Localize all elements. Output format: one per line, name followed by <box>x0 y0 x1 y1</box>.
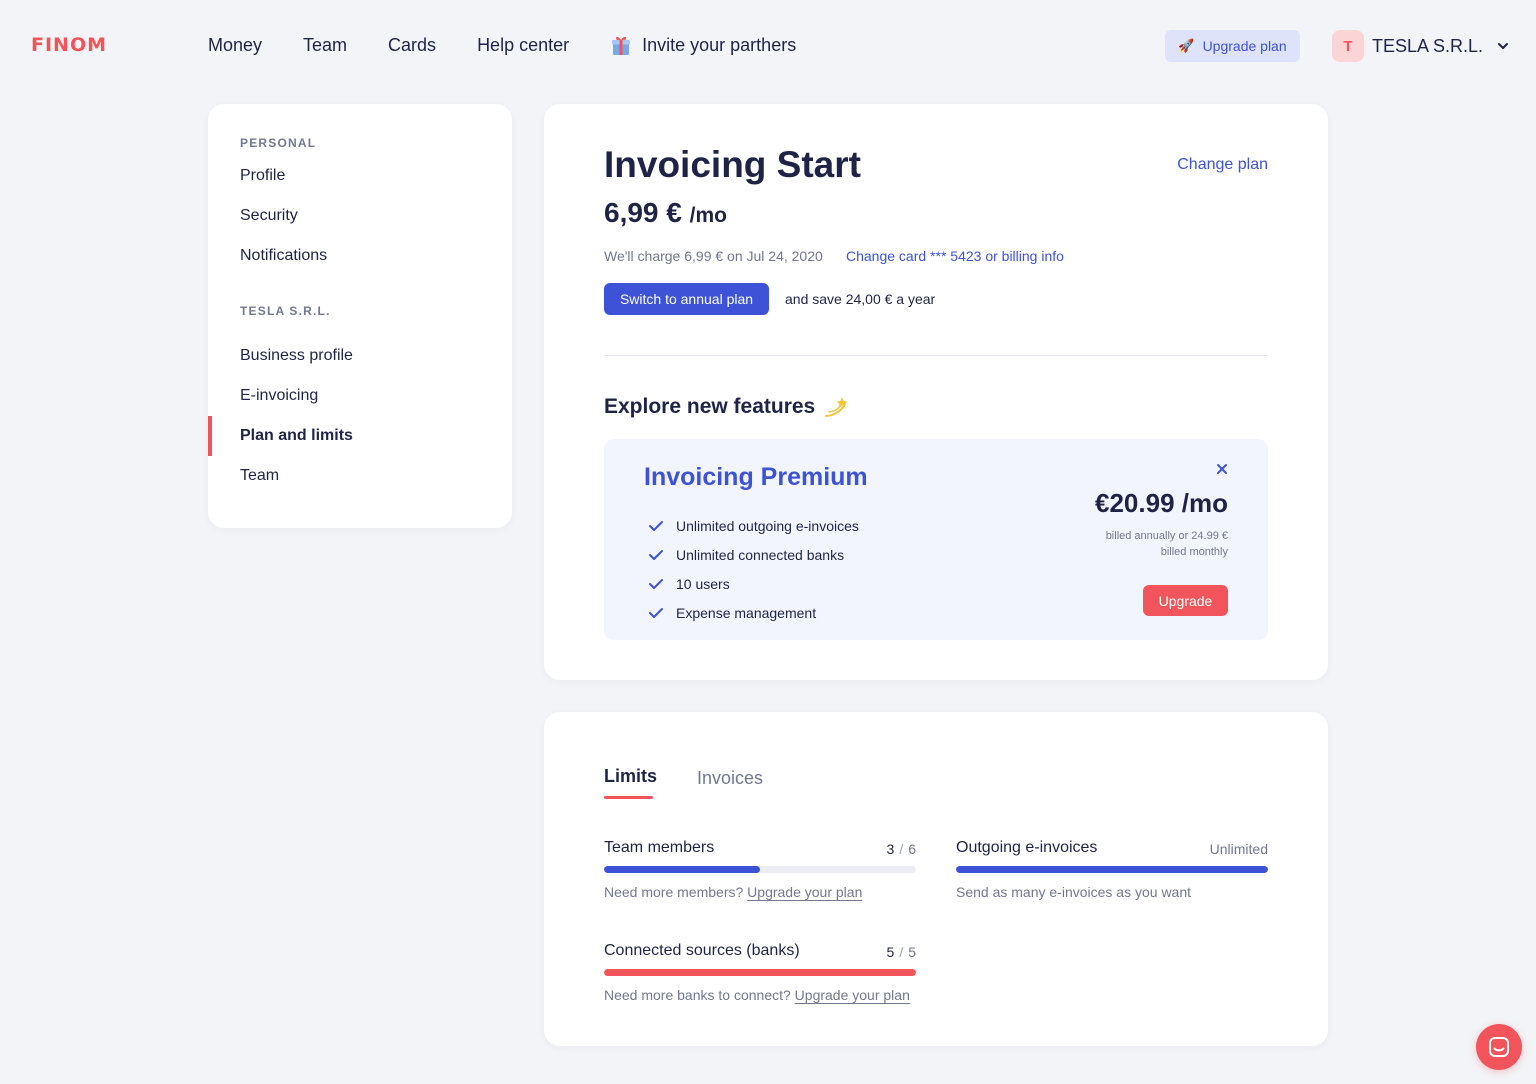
limit-count: 5/5 <box>886 944 916 960</box>
sidebar-heading-personal: PERSONAL <box>240 136 317 150</box>
limit-label: Connected sources (banks) <box>604 942 800 959</box>
switch-to-annual-button[interactable]: Switch to annual plan <box>604 283 769 315</box>
progress-bar <box>604 969 916 976</box>
progress-fill <box>956 866 1268 873</box>
sidebar-item-e-invoicing[interactable]: E-invoicing <box>240 387 318 405</box>
divider <box>604 355 1268 356</box>
chat-button[interactable] <box>1476 1024 1522 1070</box>
avatar: T <box>1332 30 1364 62</box>
nav-invite-partners[interactable]: Invite your parthers <box>610 34 796 56</box>
nav-invite-label: Invite your parthers <box>642 34 797 55</box>
limit-total: 5 <box>908 944 916 960</box>
limits-card: Limits Invoices Team members 3/6 Need mo… <box>544 712 1328 1046</box>
list-item: Expense management <box>648 598 859 627</box>
sidebar-item-plan-and-limits[interactable]: Plan and limits <box>240 427 353 445</box>
list-item: 10 users <box>648 569 859 598</box>
plan-price-amount: 6,99 € <box>604 197 682 228</box>
limit-used: 3 <box>886 841 895 857</box>
nav-money[interactable]: Money <box>208 35 262 56</box>
feature-label: Expense management <box>676 604 817 621</box>
sidebar-heading-company: TESLA S.R.L. <box>240 304 331 318</box>
gift-icon <box>612 36 631 55</box>
list-item: Unlimited outgoing e-invoices <box>648 511 859 540</box>
chat-icon <box>1489 1037 1509 1057</box>
plan-title: Invoicing Start <box>604 144 861 185</box>
progress-fill <box>604 969 916 976</box>
limit-note: Send as many e-invoices as you want <box>956 884 1191 900</box>
check-icon <box>649 549 663 560</box>
upgrade-your-plan-link[interactable]: Upgrade your plan <box>795 987 910 1003</box>
nav-help-center[interactable]: Help center <box>477 35 569 56</box>
change-plan-link[interactable]: Change plan <box>1177 156 1268 174</box>
check-icon <box>649 578 663 589</box>
limit-status: Unlimited <box>1209 841 1268 857</box>
upgrade-your-plan-link[interactable]: Upgrade your plan <box>747 884 862 900</box>
premium-offer-card: Invoicing Premium Unlimited outgoing e-i… <box>604 439 1268 640</box>
upgrade-plan-label: Upgrade plan <box>1202 38 1287 54</box>
active-indicator <box>208 416 212 456</box>
sidebar-item-notifications[interactable]: Notifications <box>240 247 327 265</box>
check-icon <box>649 520 663 531</box>
progress-bar <box>956 866 1268 873</box>
limit-used: 5 <box>886 944 895 960</box>
rocket-icon: 🚀 <box>1178 38 1195 53</box>
limit-total: 6 <box>908 841 916 857</box>
progress-fill <box>604 866 760 873</box>
sidebar-item-profile[interactable]: Profile <box>240 167 285 185</box>
limit-count: 3/6 <box>886 841 916 857</box>
sidebar-item-team[interactable]: Team <box>240 467 279 485</box>
tab-invoices[interactable]: Invoices <box>697 768 763 789</box>
change-card-link[interactable]: Change card *** 5423 or billing info <box>846 248 1064 264</box>
charge-info: We'll charge 6,99 € on Jul 24, 2020 <box>604 248 823 264</box>
premium-features-list: Unlimited outgoing e-invoices Unlimited … <box>648 511 859 627</box>
chevron-down-icon <box>1498 43 1509 49</box>
dizzy-star-icon <box>825 397 848 417</box>
feature-label: Unlimited outgoing e-invoices <box>676 517 859 534</box>
limit-label: Team members <box>604 839 715 856</box>
explore-features-label: Explore new features <box>604 395 816 418</box>
tab-limits[interactable]: Limits <box>604 766 657 787</box>
explore-features-heading: Explore new features <box>604 394 849 420</box>
feature-label: 10 users <box>676 575 730 592</box>
annual-savings-text: and save 24,00 € a year <box>785 291 936 307</box>
upgrade-plan-button[interactable]: 🚀 Upgrade plan <box>1165 30 1300 62</box>
current-plan-card: Invoicing Start 6,99 € /mo Change plan W… <box>544 104 1328 680</box>
close-icon[interactable] <box>1216 463 1228 475</box>
limit-label: Outgoing e-invoices <box>956 839 1098 856</box>
main-nav: Money Team Cards Help center Invite your… <box>208 34 796 56</box>
nav-team[interactable]: Team <box>303 35 347 56</box>
limit-note-text: Need more members? <box>604 884 744 900</box>
progress-bar <box>604 866 916 873</box>
nav-cards[interactable]: Cards <box>388 35 436 56</box>
premium-price: €20.99 /mo <box>1095 488 1228 518</box>
limit-note: Need more banks to connect? Upgrade your… <box>604 987 910 1003</box>
plan-price-period: /mo <box>689 204 727 227</box>
limit-note: Need more members? Upgrade your plan <box>604 884 862 900</box>
sidebar-item-security[interactable]: Security <box>240 207 298 225</box>
limit-note-text: Need more banks to connect? <box>604 987 791 1003</box>
settings-sidebar: PERSONAL Profile Security Notifications … <box>208 104 512 528</box>
upgrade-button[interactable]: Upgrade <box>1143 585 1228 616</box>
list-item: Unlimited connected banks <box>648 540 859 569</box>
account-name: TESLA S.R.L. <box>1372 35 1484 56</box>
limit-note-text: Send as many e-invoices as you want <box>956 884 1192 900</box>
account-switcher[interactable]: T TESLA S.R.L. <box>1332 30 1509 62</box>
premium-billing-note: billed annually or 24.99 € billed monthl… <box>1105 530 1228 558</box>
finom-logo[interactable]: FINOM <box>31 34 107 56</box>
active-tab-underline <box>604 796 653 799</box>
sidebar-item-business-profile[interactable]: Business profile <box>240 347 353 365</box>
premium-title: Invoicing Premium <box>644 463 868 491</box>
feature-label: Unlimited connected banks <box>676 546 845 563</box>
check-icon <box>649 607 663 618</box>
top-header: FINOM Money Team Cards Help center Invit… <box>0 0 1536 92</box>
plan-price: 6,99 € /mo <box>604 197 727 229</box>
